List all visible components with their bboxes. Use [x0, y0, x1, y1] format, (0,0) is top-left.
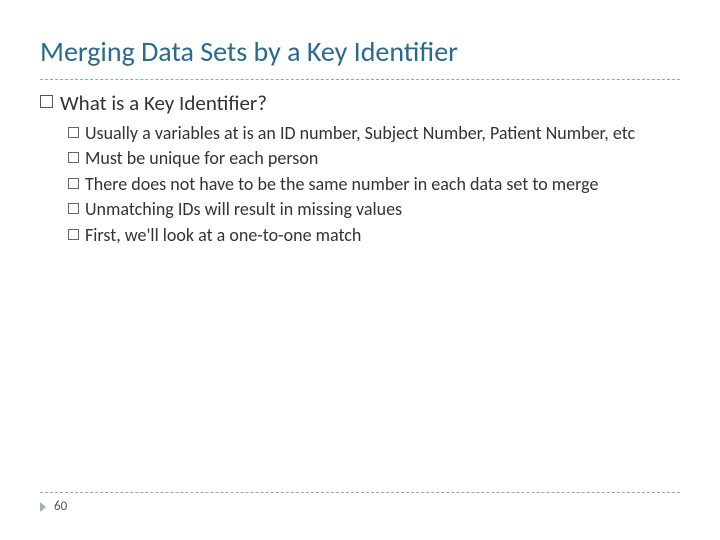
list-item: There does not have to be the same numbe…	[68, 173, 680, 196]
level1-text: What is a Key Identifier?	[60, 90, 267, 116]
square-bullet-icon	[68, 152, 79, 163]
level1-block: What is a Key Identifier? Usually a vari…	[40, 90, 680, 247]
footer-divider	[40, 492, 680, 493]
level1-item: What is a Key Identifier?	[40, 90, 680, 116]
slide: Merging Data Sets by a Key Identifier Wh…	[0, 0, 720, 540]
square-bullet-icon	[68, 203, 79, 214]
list-item-text: First, we'll look at a one-to-one match	[85, 224, 361, 247]
square-bullet-icon	[68, 178, 79, 189]
square-bullet-icon	[68, 229, 79, 240]
slide-title: Merging Data Sets by a Key Identifier	[40, 34, 680, 75]
list-item: Usually a variables at is an ID number, …	[68, 122, 680, 145]
square-bullet-icon	[68, 127, 79, 138]
title-divider	[40, 79, 680, 80]
list-item-text: Must be unique for each person	[85, 147, 318, 170]
footer-row: 60	[40, 499, 680, 514]
page-number: 60	[54, 499, 67, 514]
list-item: Must be unique for each person	[68, 147, 680, 170]
arrow-right-icon	[40, 502, 46, 512]
square-bullet-icon	[40, 95, 53, 108]
slide-footer: 60	[40, 492, 680, 514]
list-item: Unmatching IDs will result in missing va…	[68, 198, 680, 221]
list-item: First, we'll look at a one-to-one match	[68, 224, 680, 247]
list-item-text: Unmatching IDs will result in missing va…	[85, 198, 402, 221]
level2-list: Usually a variables at is an ID number, …	[68, 122, 680, 247]
list-item-text: There does not have to be the same numbe…	[85, 173, 598, 196]
list-item-text: Usually a variables at is an ID number, …	[85, 122, 635, 145]
